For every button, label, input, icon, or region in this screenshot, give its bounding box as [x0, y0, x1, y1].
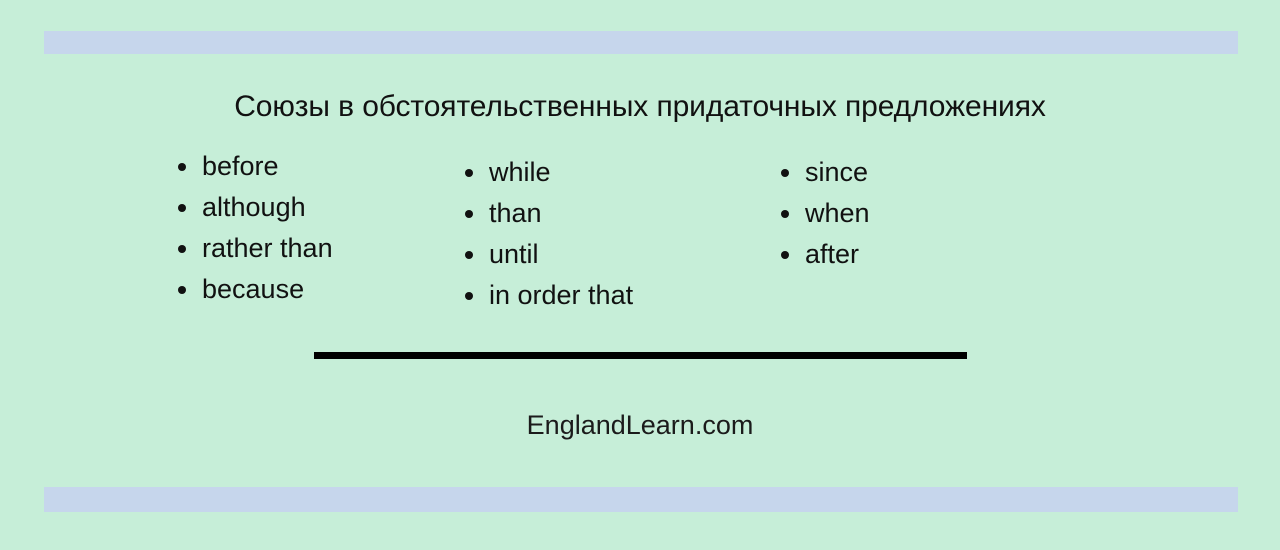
- list-item-label: than: [489, 198, 542, 228]
- list-item-label: in order that: [489, 280, 634, 310]
- list-item: when: [781, 193, 870, 234]
- horizontal-divider: [314, 352, 967, 359]
- bullet-icon: [781, 251, 789, 259]
- list-item: before: [178, 146, 333, 187]
- list-item-label: although: [202, 192, 306, 222]
- list-item-label: when: [805, 198, 870, 228]
- list-item-label: until: [489, 239, 539, 269]
- list-item: while: [465, 152, 633, 193]
- bullet-icon: [465, 251, 473, 259]
- list-item-label: because: [202, 274, 305, 304]
- site-watermark: EnglandLearn.com: [526, 410, 754, 440]
- list-item: than: [465, 193, 633, 234]
- page-title: Союзы в обстоятельственных придаточных п…: [234, 90, 1046, 123]
- infographic-card: Союзы в обстоятельственных придаточных п…: [0, 0, 1280, 550]
- list-item-label: while: [489, 157, 551, 187]
- bullet-icon: [781, 210, 789, 218]
- list-item: because: [178, 269, 333, 310]
- bullet-icon: [465, 169, 473, 177]
- conjunction-list-column-3: since when after: [781, 152, 870, 275]
- bullet-icon: [465, 292, 473, 300]
- list-item-label: since: [805, 157, 869, 187]
- list-item-label: after: [805, 239, 860, 269]
- conjunction-list-column-1: before although rather than because: [178, 146, 333, 310]
- bullet-icon: [781, 169, 789, 177]
- list-item: until: [465, 234, 633, 275]
- conjunction-list-column-2: while than until in order that: [465, 152, 633, 316]
- list-item-label: rather than: [202, 233, 333, 263]
- list-item: since: [781, 152, 870, 193]
- list-item-label: before: [202, 151, 279, 181]
- top-accent-bar: [44, 31, 1238, 54]
- bullet-icon: [465, 210, 473, 218]
- bullet-icon: [178, 286, 186, 294]
- list-item: after: [781, 234, 870, 275]
- bottom-accent-bar: [44, 487, 1238, 512]
- list-item: although: [178, 187, 333, 228]
- bullet-icon: [178, 163, 186, 171]
- bullet-icon: [178, 245, 186, 253]
- list-item: in order that: [465, 275, 633, 316]
- list-item: rather than: [178, 228, 333, 269]
- bullet-icon: [178, 204, 186, 212]
